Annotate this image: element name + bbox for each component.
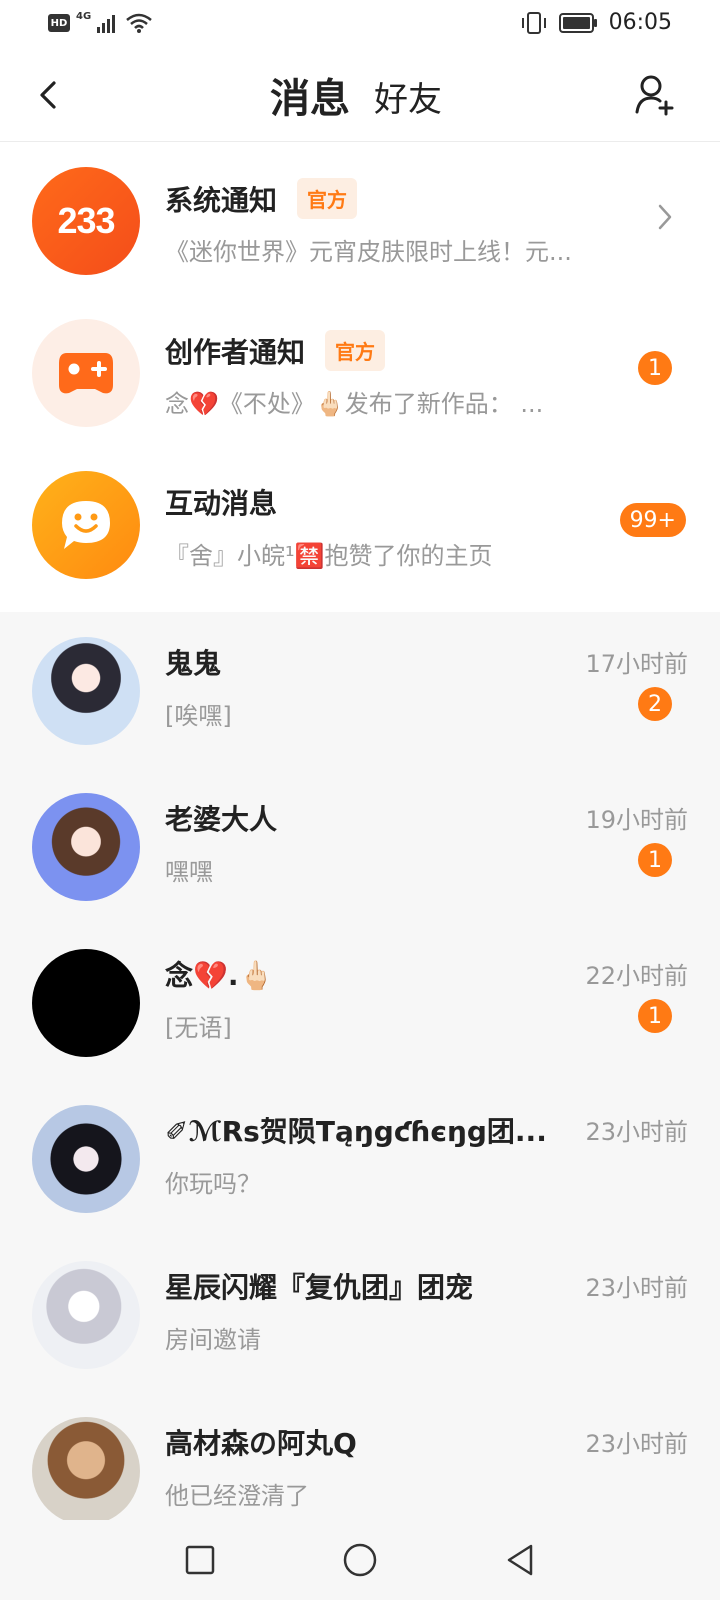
smile-chat-icon bbox=[62, 501, 110, 549]
chat-message: 房间邀请 bbox=[165, 1326, 261, 1354]
official-tag: 官方 bbox=[325, 330, 386, 371]
chat-row[interactable]: 鬼鬼 17小时前 [唉嘿] 2 bbox=[0, 612, 720, 768]
avatar bbox=[32, 949, 140, 1057]
chat-time: 17小时前 bbox=[585, 650, 688, 678]
gamepad-icon bbox=[59, 353, 113, 394]
notif-title-row: 创作者通知 官方 bbox=[165, 330, 386, 371]
avatar bbox=[32, 1261, 140, 1369]
notif-subtitle: 念💔《不处》🖕🏻发布了新作品： ... bbox=[165, 390, 544, 418]
unread-badge: 1 bbox=[638, 843, 672, 877]
notif-row-creator[interactable]: 创作者通知 官方 念💔《不处》🖕🏻发布了新作品： ... 1 bbox=[0, 294, 720, 444]
chat-row[interactable]: ✐ℳRs贺陨Tąŋgƈɦєŋg团... 23小时前 你玩吗？ bbox=[0, 1080, 720, 1236]
add-user-icon bbox=[635, 75, 674, 116]
chat-message: 他已经澄清了 bbox=[165, 1482, 309, 1510]
avatar bbox=[32, 1105, 140, 1213]
chat-row[interactable]: 老婆大人 19小时前 嘿嘿 1 bbox=[0, 768, 720, 924]
header: 消息 好友 bbox=[0, 48, 720, 156]
notif-title: 创作者通知 bbox=[165, 335, 306, 369]
chat-time: 19小时前 bbox=[585, 806, 688, 834]
chevron-right-icon bbox=[658, 204, 672, 230]
triangle-back-icon bbox=[507, 1544, 533, 1576]
chat-message: [唉嘿] bbox=[165, 702, 232, 730]
smile-chat-avatar bbox=[32, 471, 140, 579]
chat-name: ✐ℳRs贺陨Tąŋgƈɦєŋg团... bbox=[165, 1115, 547, 1148]
chat-row[interactable]: 星辰闪耀『复仇团』团宠 23小时前 房间邀请 bbox=[0, 1236, 720, 1392]
wifi-icon bbox=[126, 13, 152, 33]
chat-time: 23小时前 bbox=[585, 1430, 688, 1458]
unread-badge: 2 bbox=[638, 687, 672, 721]
gamepad-avatar bbox=[32, 319, 140, 427]
chevron-left-icon bbox=[40, 81, 56, 109]
chat-name: 高材森の阿丸Q bbox=[165, 1427, 357, 1460]
chat-row[interactable]: 高材森の阿丸Q 23小时前 他已经澄清了 bbox=[0, 1392, 720, 1520]
unread-badge: 1 bbox=[638, 999, 672, 1033]
chat-name: 老婆大人 bbox=[165, 803, 278, 836]
add-friend-button[interactable] bbox=[630, 70, 680, 120]
chat-name: 念💔.🖕🏻 bbox=[165, 959, 274, 992]
hd-badge: HD bbox=[48, 14, 70, 32]
tab-friends[interactable]: 好友 bbox=[374, 72, 442, 124]
official-tag: 官方 bbox=[297, 178, 358, 219]
avatar bbox=[32, 637, 140, 745]
chat-name: 鬼鬼 bbox=[165, 647, 222, 680]
233-logo-icon: 233 bbox=[32, 167, 140, 275]
avatar bbox=[32, 793, 140, 901]
status-bar: HD 4G 06:05 bbox=[0, 0, 720, 48]
tab-messages-label: 消息 bbox=[270, 76, 350, 122]
home-button[interactable] bbox=[330, 1530, 390, 1590]
square-icon bbox=[185, 1545, 215, 1575]
tab-messages[interactable]: 消息 bbox=[270, 66, 350, 156]
status-right: 06:05 bbox=[519, 10, 672, 35]
notif-row-system[interactable]: 233 系统通知 官方 《迷你世界》元宵皮肤限时上线！元... bbox=[0, 142, 720, 292]
vibrate-icon bbox=[521, 11, 546, 34]
chat-message: 你玩吗？ bbox=[165, 1170, 261, 1198]
notif-title: 互动消息 bbox=[165, 487, 278, 520]
status-time: 06:05 bbox=[608, 10, 672, 35]
system-nav-bar bbox=[0, 1520, 720, 1600]
tab-friends-label: 好友 bbox=[374, 80, 442, 120]
avatar bbox=[32, 1417, 140, 1520]
tabs: 消息 好友 bbox=[270, 66, 442, 156]
status-left: HD 4G bbox=[48, 10, 153, 34]
notif-subtitle: 『舍』小皖¹🈲抱赞了你的主页 bbox=[165, 542, 493, 570]
unread-badge: 99+ bbox=[619, 503, 686, 537]
chat-message: [无语] bbox=[165, 1014, 232, 1042]
chat-row[interactable]: 念💔.🖕🏻 22小时前 [无语] 1 bbox=[0, 924, 720, 1080]
back-button[interactable] bbox=[24, 70, 74, 120]
chat-list: 鬼鬼 17小时前 [唉嘿] 2 老婆大人 19小时前 嘿嘿 1 念💔.🖕🏻 22… bbox=[0, 612, 720, 1520]
network-label: 4G bbox=[76, 10, 92, 22]
233-logo-text: 233 bbox=[57, 200, 115, 241]
notif-title-row: 互动消息 bbox=[165, 482, 277, 522]
chat-time: 22小时前 bbox=[585, 962, 688, 990]
signal-icon bbox=[97, 15, 116, 33]
chat-time: 23小时前 bbox=[585, 1274, 688, 1302]
chat-message: 嘿嘿 bbox=[165, 858, 213, 886]
notif-subtitle: 《迷你世界》元宵皮肤限时上线！元... bbox=[165, 238, 572, 266]
chat-name: 星辰闪耀『复仇团』团宠 bbox=[165, 1271, 474, 1304]
notif-row-interaction[interactable]: 互动消息 『舍』小皖¹🈲抱赞了你的主页 99+ bbox=[0, 446, 720, 596]
circle-icon bbox=[343, 1543, 377, 1577]
back-nav-button[interactable] bbox=[490, 1530, 550, 1590]
recents-button[interactable] bbox=[170, 1530, 230, 1590]
unread-badge: 1 bbox=[638, 351, 672, 385]
notif-title-row: 系统通知 官方 bbox=[165, 178, 358, 219]
chat-time: 23小时前 bbox=[585, 1118, 688, 1146]
notification-section: 233 系统通知 官方 《迷你世界》元宵皮肤限时上线！元... 创作者通知 官方… bbox=[0, 142, 720, 612]
notif-title: 系统通知 bbox=[165, 183, 278, 217]
battery-icon bbox=[558, 12, 597, 33]
